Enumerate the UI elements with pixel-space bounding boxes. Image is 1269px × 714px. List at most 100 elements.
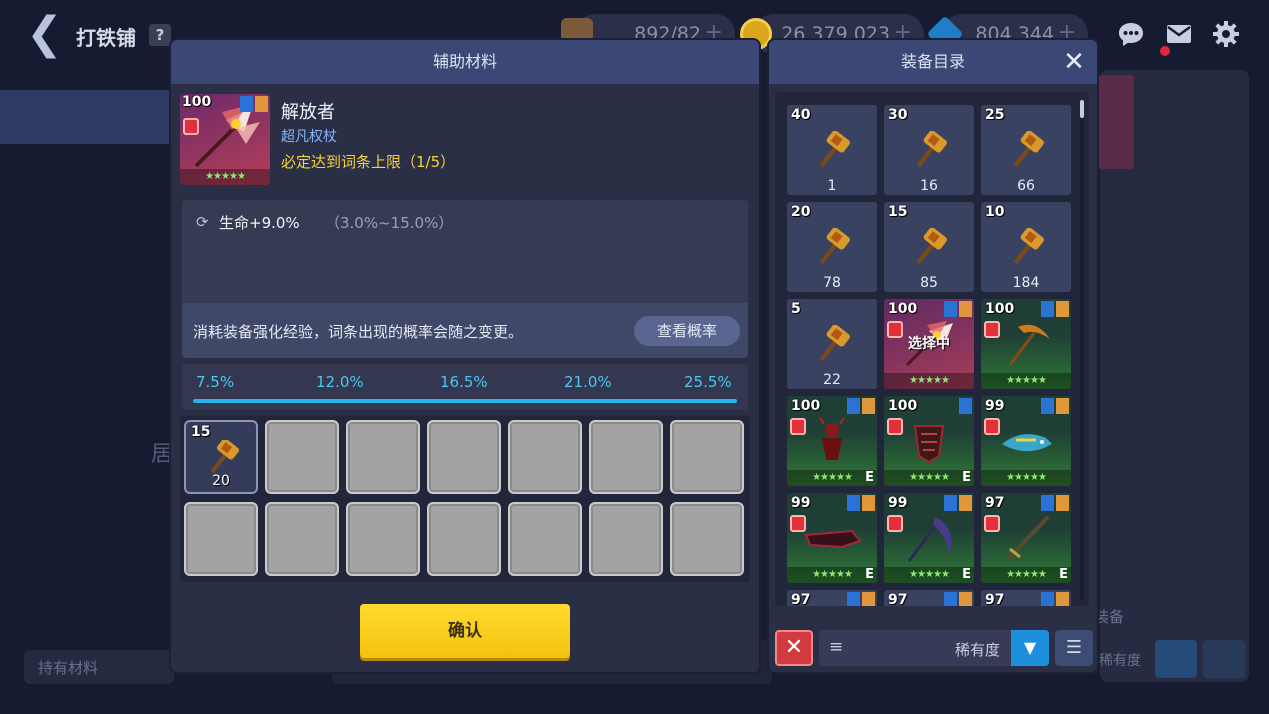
blue-badge-icon bbox=[1041, 398, 1054, 414]
cell-count: 22 bbox=[823, 372, 841, 388]
cell-level: 97 bbox=[791, 592, 811, 606]
scrollbar-thumb[interactable] bbox=[1080, 100, 1084, 118]
material-slot[interactable] bbox=[670, 420, 744, 494]
material-slot[interactable] bbox=[508, 420, 582, 494]
cell-level: 15 bbox=[888, 204, 908, 220]
cell-level: 100 bbox=[888, 301, 918, 317]
blue-badge-icon bbox=[240, 96, 253, 112]
selected-label: 选择中 bbox=[908, 336, 950, 352]
orange-badge-icon bbox=[1056, 592, 1069, 606]
material-slot[interactable] bbox=[427, 420, 501, 494]
cell-level: 97 bbox=[985, 592, 1005, 606]
sword-icon bbox=[1006, 515, 1050, 561]
material-slot[interactable] bbox=[346, 502, 420, 576]
material-slot[interactable] bbox=[508, 502, 582, 576]
blue-badge-icon bbox=[1041, 495, 1054, 511]
confirm-button[interactable]: 确认 bbox=[360, 604, 570, 658]
blue-badge-icon bbox=[1041, 301, 1054, 317]
cell-count: 184 bbox=[1012, 275, 1040, 291]
settings-gear-icon[interactable] bbox=[1211, 20, 1241, 50]
mail-icon[interactable] bbox=[1164, 20, 1194, 50]
material-slot[interactable]: 15 20 bbox=[184, 420, 258, 494]
hammer-icon bbox=[916, 228, 947, 265]
background-rarity-label: 稀有度 bbox=[1099, 653, 1141, 669]
material-cell[interactable]: 25 66 bbox=[981, 105, 1071, 195]
cell-stars: ★★★★★ bbox=[787, 470, 877, 486]
slot-count: 20 bbox=[212, 473, 230, 489]
item-card[interactable]: 100 ★★★★★ bbox=[180, 94, 270, 185]
orange-badge-icon bbox=[255, 96, 268, 112]
material-slot[interactable] bbox=[670, 502, 744, 576]
blue-badge-icon bbox=[959, 398, 972, 414]
mail-notification-dot bbox=[1160, 46, 1170, 56]
equipment-cell[interactable]: 100 ★★★★★ bbox=[981, 299, 1071, 389]
attribute-value: 生命+9.0% bbox=[219, 214, 300, 232]
material-slot[interactable] bbox=[265, 502, 339, 576]
help-button[interactable]: ? bbox=[149, 24, 171, 46]
blue-badge-icon bbox=[944, 495, 957, 511]
orange-badge-icon bbox=[959, 592, 972, 606]
material-slot[interactable] bbox=[589, 502, 663, 576]
hammer-icon bbox=[1013, 228, 1044, 265]
hold-materials-label: 持有材料 bbox=[38, 659, 99, 677]
scrollbar-track[interactable] bbox=[1080, 100, 1084, 600]
equipment-cell[interactable]: 97 ★★★★★ E bbox=[981, 493, 1071, 583]
hammer-icon bbox=[210, 440, 239, 474]
material-cell[interactable]: 30 16 bbox=[884, 105, 974, 195]
cell-stars: ★★★★★ bbox=[884, 567, 974, 583]
slot-level: 15 bbox=[191, 424, 211, 440]
close-icon[interactable]: ✕ bbox=[1061, 49, 1087, 75]
cell-stars: ★★★★★ bbox=[981, 470, 1071, 486]
notice-text: 消耗装备强化经验，词条出现的概率会随之变更。 bbox=[193, 323, 524, 341]
hold-materials-field: 持有材料 bbox=[24, 650, 174, 684]
material-slot[interactable] bbox=[346, 420, 420, 494]
equipment-cell[interactable]: 100 ★★★★★ E bbox=[884, 396, 974, 486]
lock-icon bbox=[984, 418, 1000, 435]
equipment-cell[interactable]: 97 bbox=[787, 590, 877, 606]
hammer-icon bbox=[819, 131, 850, 168]
item-guarantee-note: 必定达到词条上限（1/5） bbox=[281, 153, 456, 171]
view-probability-button[interactable]: 查看概率 bbox=[634, 316, 740, 346]
equipment-catalog-dialog: 装备目录 ✕ 40 1 30 16 25 66 20 78 15 85 10 1… bbox=[769, 40, 1097, 672]
cell-level: 97 bbox=[888, 592, 908, 606]
equipment-cell[interactable]: 97 bbox=[884, 590, 974, 606]
material-slot[interactable] bbox=[265, 420, 339, 494]
material-cell[interactable]: 20 78 bbox=[787, 202, 877, 292]
blue-badge-icon bbox=[847, 592, 860, 606]
material-slot[interactable] bbox=[184, 502, 258, 576]
probability-label: 25.5% bbox=[684, 373, 732, 391]
equipment-cell[interactable]: 99 ★★★★★ E bbox=[884, 493, 974, 583]
demon-figure-icon bbox=[819, 417, 845, 460]
material-cell[interactable]: 15 85 bbox=[884, 202, 974, 292]
material-slot[interactable] bbox=[427, 502, 501, 576]
equipment-cell[interactable]: 99 ★★★★★ bbox=[981, 396, 1071, 486]
chevron-down-icon[interactable]: ▼ bbox=[1011, 630, 1049, 666]
cell-stars: ★★★★★ bbox=[981, 567, 1071, 583]
hammer-icon bbox=[1013, 131, 1044, 168]
clear-selection-button[interactable]: ✕ bbox=[775, 630, 813, 666]
equipment-cell[interactable]: 100 ★★★★★ E bbox=[787, 396, 877, 486]
filter-sliders-icon[interactable]: ☰ bbox=[1055, 630, 1093, 666]
page-title: 打铁铺 bbox=[76, 26, 136, 50]
item-level: 100 bbox=[182, 94, 212, 110]
material-cell[interactable]: 5 22 bbox=[787, 299, 877, 389]
cell-level: 99 bbox=[888, 495, 908, 511]
fish-gun-icon bbox=[1002, 434, 1052, 452]
equipment-grid: 40 1 30 16 25 66 20 78 15 85 10 184 5 22… bbox=[775, 92, 1089, 606]
blue-badge-icon bbox=[847, 495, 860, 511]
hammer-icon bbox=[819, 325, 850, 362]
equipment-cell-selected[interactable]: 100 选择中 ★★★★★ bbox=[884, 299, 974, 389]
lock-icon bbox=[183, 118, 199, 135]
material-cell[interactable]: 10 184 bbox=[981, 202, 1071, 292]
cell-level: 100 bbox=[791, 398, 821, 414]
equipment-cell[interactable]: 99 ★★★★★ E bbox=[787, 493, 877, 583]
cell-level: 100 bbox=[888, 398, 918, 414]
material-slot[interactable] bbox=[589, 420, 663, 494]
equipment-cell[interactable]: 97 bbox=[981, 590, 1071, 606]
back-arrow-icon[interactable]: ❮ bbox=[26, 12, 66, 56]
probability-label: 7.5% bbox=[196, 373, 235, 391]
sort-selector[interactable]: ≡ 稀有度 ▼ bbox=[819, 630, 1049, 666]
equipped-tag: E bbox=[962, 470, 971, 485]
chat-icon[interactable] bbox=[1116, 20, 1146, 50]
material-cell[interactable]: 40 1 bbox=[787, 105, 877, 195]
